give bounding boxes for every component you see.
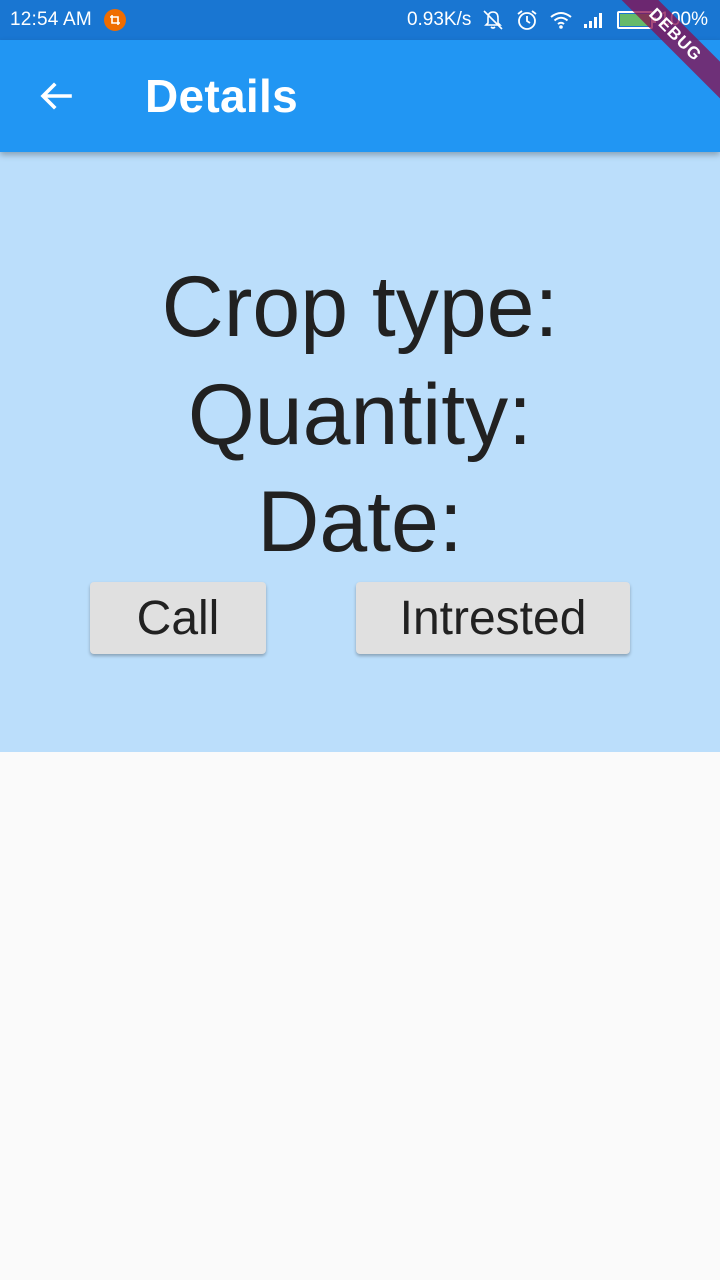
- battery-percent: 100%: [659, 9, 708, 30]
- status-bar: 12:54 AM 0.93K/s 100%: [0, 0, 720, 40]
- details-panel: Crop type: Quantity: Date: Call Intreste…: [0, 152, 720, 752]
- empty-body-area: [0, 752, 720, 1280]
- page-title: Details: [145, 70, 298, 122]
- notification-crop-icon: [103, 9, 126, 31]
- mute-vibrate-icon: [481, 9, 505, 31]
- status-right: 0.93K/s 100%: [407, 0, 708, 40]
- date-label: Date:: [257, 474, 463, 570]
- arrow-back-icon: [40, 82, 72, 110]
- interested-button[interactable]: Intrested: [356, 582, 630, 654]
- battery-fill: [620, 14, 651, 26]
- signal-icon: [583, 11, 605, 29]
- alarm-icon: [515, 9, 539, 31]
- app-bar: Details: [0, 40, 720, 152]
- back-button[interactable]: [28, 68, 84, 124]
- status-time: 12:54 AM: [10, 9, 92, 30]
- crop-type-label: Crop type:: [161, 259, 559, 355]
- status-left: 12:54 AM: [0, 9, 126, 31]
- wifi-icon: [549, 10, 573, 30]
- quantity-label: Quantity:: [187, 367, 533, 463]
- call-button[interactable]: Call: [90, 582, 266, 654]
- screen: 12:54 AM 0.93K/s 100% DEBUG Details Crop…: [0, 0, 720, 1280]
- network-speed: 0.93K/s: [406, 9, 472, 30]
- battery-icon: [617, 11, 657, 29]
